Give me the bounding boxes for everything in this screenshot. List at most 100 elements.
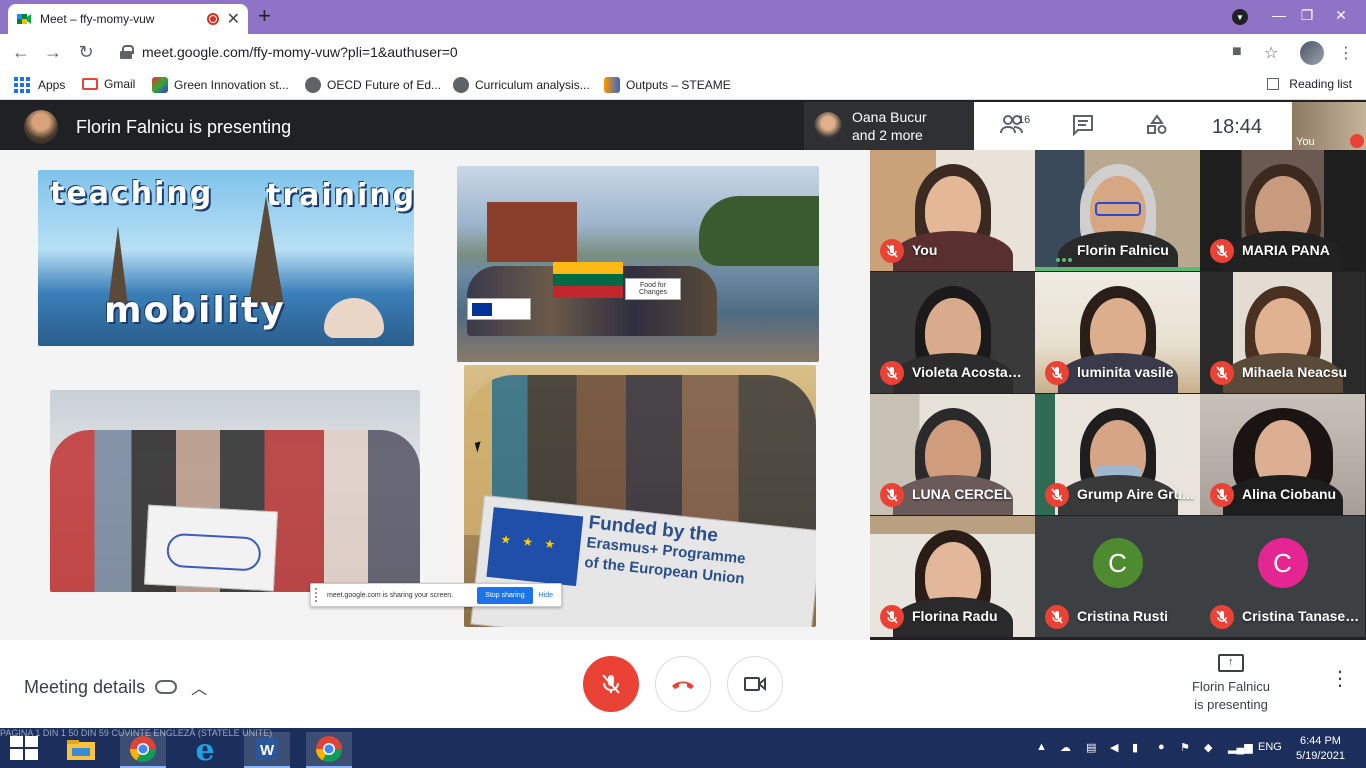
onedrive-icon[interactable]: ☁ <box>1060 741 1071 754</box>
muted-mic-icon <box>880 239 904 263</box>
participant-tile[interactable]: luminita vasile <box>1035 272 1200 393</box>
participant-tile[interactable]: C Cristina Rusti <box>1035 516 1200 637</box>
printer-icon[interactable]: ▤ <box>1086 741 1096 754</box>
language-indicator[interactable]: ENG <box>1258 741 1282 753</box>
google-drive-icon[interactable]: ▲ <box>1036 741 1047 753</box>
tab-strip: Meet – ffy-momy-vuw ✕ + ▼ — ❐ ✕ <box>0 0 1366 34</box>
chevron-up-icon: ︿ <box>191 681 208 698</box>
mic-toggle-button[interactable] <box>583 656 639 712</box>
colorful-logo-icon <box>152 77 168 93</box>
apps-grid-icon <box>14 77 30 93</box>
maximize-button[interactable]: ❐ <box>1290 0 1324 30</box>
hang-up-icon <box>672 681 694 689</box>
hide-button[interactable]: Hide <box>539 592 553 599</box>
participant-tile[interactable]: LUNA CERCEL <box>870 394 1035 515</box>
participant-name: Mihaela Neacsu <box>1242 364 1348 380</box>
slide-word: training <box>266 178 414 213</box>
profile-avatar[interactable] <box>1300 41 1324 65</box>
food-banner: Food for Changes <box>625 278 681 300</box>
glasses-shape <box>1095 202 1141 216</box>
globe-icon <box>453 77 469 93</box>
bookmark-label: Gmail <box>104 77 136 91</box>
participant-tile[interactable]: You <box>870 150 1035 271</box>
participant-tile[interactable]: MARIA PANA <box>1200 150 1365 271</box>
flag-icon[interactable]: ⚑ <box>1180 741 1190 754</box>
meet-area: Florin Falnicu is presenting Oana Bucur … <box>0 102 1366 728</box>
windows-start-icon[interactable] <box>10 736 38 760</box>
participant-tile[interactable]: Alina Ciobanu <box>1200 394 1365 515</box>
chrome-taskbar-icon-2[interactable] <box>306 732 352 768</box>
meeting-details-button[interactable]: Meeting details ︿ <box>24 675 207 699</box>
active-speakers-chip[interactable]: Oana Bucur and 2 more <box>804 102 974 150</box>
shared-screen: teaching training mobility Food for Chan… <box>0 150 870 640</box>
leave-call-button[interactable] <box>655 656 711 712</box>
speaker-name: Oana Bucur <box>852 109 927 125</box>
bookmark-star-icon[interactable]: ☆ <box>1264 43 1278 63</box>
presenting-title: Florin Falnicu is presenting <box>76 117 292 137</box>
stop-sharing-button[interactable]: Stop sharing <box>477 586 533 604</box>
bookmark-apps[interactable]: Apps <box>14 77 65 93</box>
system-clock[interactable]: 6:44 PM 5/19/2021 <box>1296 734 1345 764</box>
app-tray-icon[interactable]: ◆ <box>1204 741 1212 754</box>
presenting-status-button[interactable]: ↑ Florin Falnicu is presenting <box>1180 654 1282 714</box>
participants-count: 16 <box>1018 114 1031 126</box>
participant-grid: You Florin Falnicu MARIA PANA Violeta Ac… <box>870 150 1366 640</box>
participant-tile[interactable]: C Cristina Tanases... <box>1200 516 1365 637</box>
drag-handle-icon[interactable] <box>315 588 321 602</box>
muted-mic-icon <box>1210 483 1234 507</box>
slide-image-trakai-group: Food for Changes <box>457 166 819 362</box>
menu-kebab-icon[interactable]: ⋮ <box>1338 43 1354 63</box>
bookmark-label: Apps <box>38 78 66 92</box>
back-icon[interactable]: ← <box>10 42 32 64</box>
more-options-icon[interactable]: ⋮ <box>1330 669 1350 689</box>
participant-name: Grump Aire Gru... <box>1077 486 1194 502</box>
participant-tile[interactable]: Violeta Acostant... <box>870 272 1035 393</box>
presenter-avatar <box>24 110 58 144</box>
speaking-dots-icon <box>1055 250 1073 262</box>
mic-off-icon <box>602 674 620 694</box>
muted-mic-icon <box>1350 134 1364 148</box>
muted-mic-icon <box>1045 483 1069 507</box>
url-text: meet.google.com/ffy-momy-vuw?pli=1&authu… <box>142 44 458 60</box>
speaker-avatar <box>814 112 842 140</box>
bookmark-oecd[interactable]: OECD Future of Ed... <box>305 77 441 93</box>
bookmark-gmail[interactable]: Gmail <box>82 77 135 91</box>
battery-icon[interactable]: ▮ <box>1132 741 1138 754</box>
tab-search-icon[interactable]: ▼ <box>1232 9 1248 25</box>
reading-list-button[interactable]: Reading list <box>1267 77 1352 91</box>
participant-tile-presenter[interactable]: Florin Falnicu <box>1035 150 1200 271</box>
browser-toolbar: ← → ↻ meet.google.com/ffy-momy-vuw?pli=1… <box>0 34 1366 70</box>
participant-tile[interactable]: Mihaela Neacsu <box>1200 272 1365 393</box>
participant-name: Cristina Tanases... <box>1242 608 1360 624</box>
forward-icon[interactable]: → <box>42 42 64 64</box>
bookmark-curriculum[interactable]: Curriculum analysis... <box>453 77 590 93</box>
close-tab-icon[interactable]: ✕ <box>227 9 240 29</box>
wifi-signal-icon[interactable]: ▂▄▆ <box>1228 741 1253 754</box>
word-taskbar-icon[interactable]: W <box>244 732 290 768</box>
volume-icon[interactable]: ◀ <box>1110 741 1118 754</box>
close-window-button[interactable]: ✕ <box>1324 0 1358 30</box>
participant-tile[interactable]: Florina Radu <box>870 516 1035 637</box>
internet-explorer-icon[interactable]: e <box>182 732 228 768</box>
bookmark-green-innovation[interactable]: Green Innovation st... <box>152 77 289 93</box>
activities-icon[interactable] <box>1146 114 1168 142</box>
new-tab-button[interactable]: + <box>258 5 271 27</box>
meeting-controls-bar: Meeting details ︿ ↑ Florin Falnicu is pr… <box>0 640 1366 728</box>
bookmark-outputs[interactable]: Outputs – STEAME <box>604 77 731 93</box>
reload-icon[interactable]: ↻ <box>75 42 97 64</box>
participant-tile[interactable]: Grump Aire Gru... <box>1035 394 1200 515</box>
antivirus-icon[interactable]: ● <box>1158 741 1165 753</box>
chat-icon[interactable] <box>1072 114 1094 142</box>
file-explorer-icon[interactable] <box>58 732 104 768</box>
address-bar[interactable]: meet.google.com/ffy-momy-vuw?pli=1&authu… <box>108 38 1288 66</box>
eu-flag-icon <box>486 507 584 587</box>
video-camera-icon <box>744 676 766 692</box>
browser-tab-meet[interactable]: Meet – ffy-momy-vuw ✕ <box>8 4 248 34</box>
muted-mic-icon <box>880 483 904 507</box>
muted-mic-icon <box>1210 605 1234 629</box>
meeting-details-label: Meeting details <box>24 676 146 697</box>
self-view-mini[interactable]: You <box>1292 102 1366 150</box>
camera-toggle-button[interactable] <box>727 656 783 712</box>
chrome-taskbar-icon[interactable] <box>120 732 166 768</box>
camera-in-use-icon[interactable]: ■ <box>1232 43 1242 61</box>
